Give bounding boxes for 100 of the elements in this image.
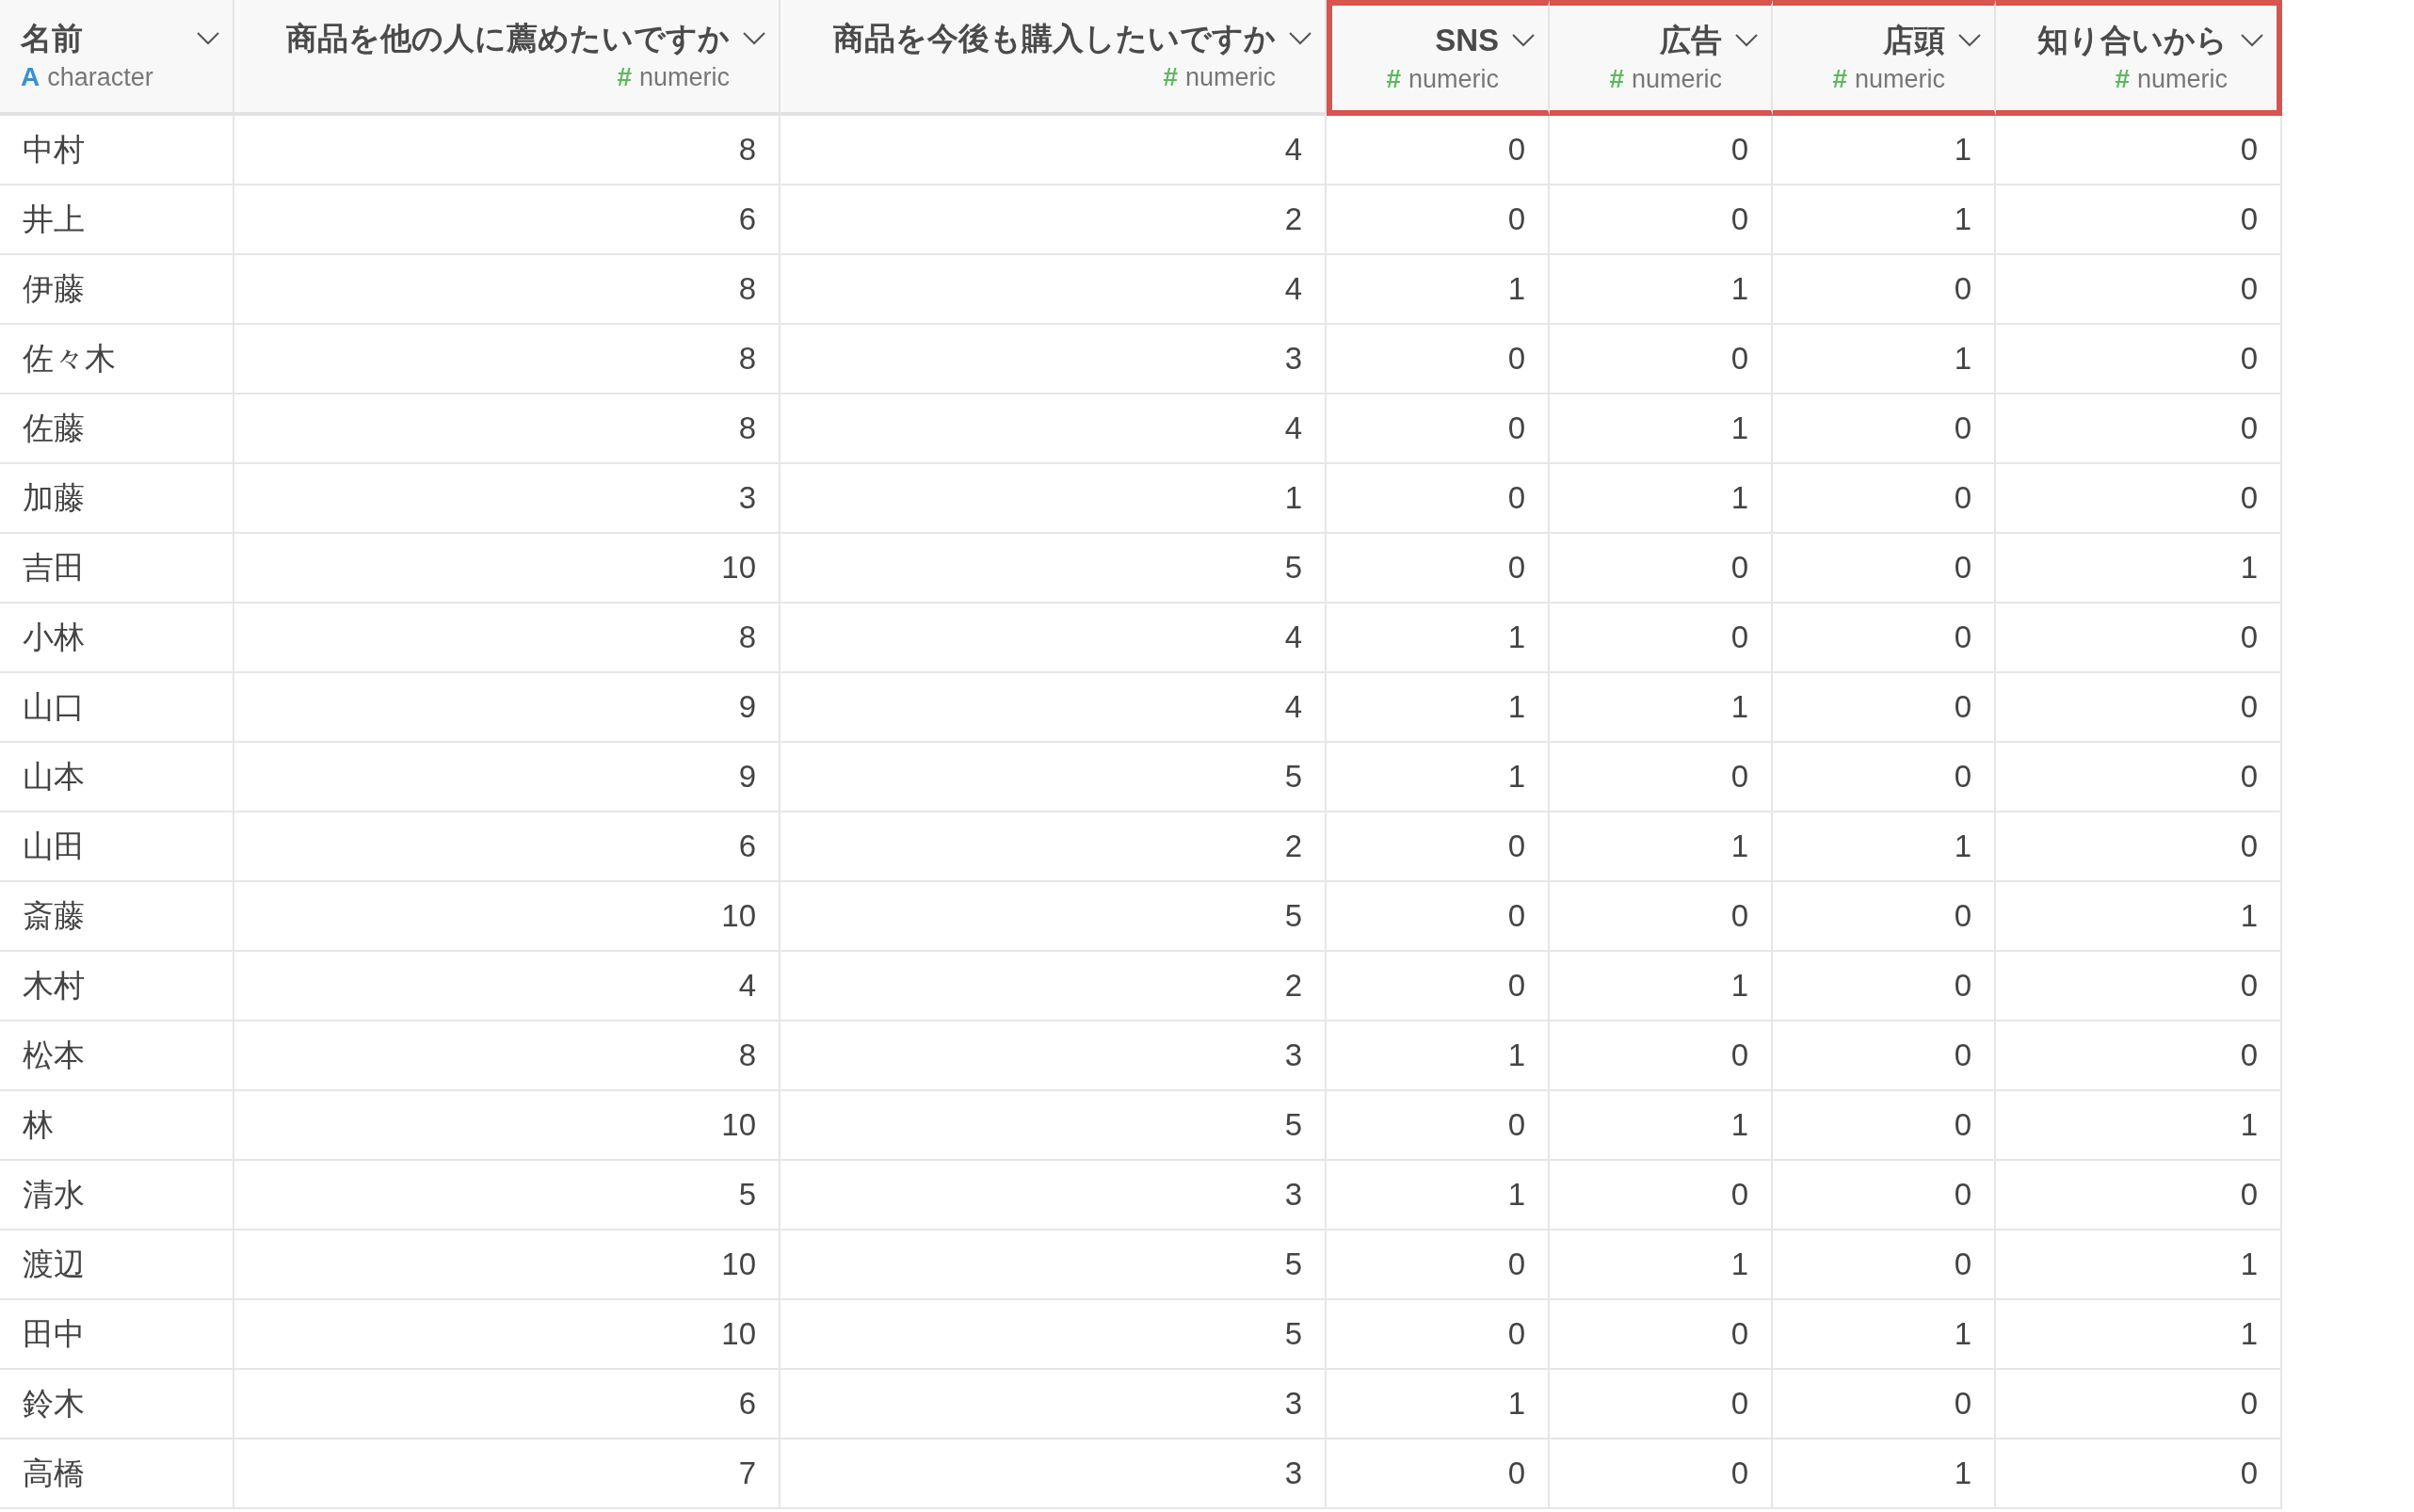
chevron-down-icon[interactable] [196, 30, 220, 46]
table-cell: 0 [1327, 882, 1550, 952]
table-cell: 1 [1327, 673, 1550, 743]
table-cell: 4 [781, 394, 1327, 464]
table-cell: 吉田 [0, 534, 234, 603]
table-cell: 0 [1996, 1370, 2282, 1440]
table-cell: 4 [234, 952, 781, 1021]
table-cell: 0 [1773, 1370, 1996, 1440]
table-cell: 0 [1550, 743, 1773, 812]
table-cell: 山口 [0, 673, 234, 743]
table-cell: 0 [1327, 464, 1550, 534]
table-cell: 0 [1996, 743, 2282, 812]
table-cell: 0 [1550, 882, 1773, 952]
table-cell: 0 [1550, 1161, 1773, 1231]
table-cell: 1 [1996, 534, 2282, 603]
table-cell: 1 [1327, 1370, 1550, 1440]
table-cell: 1 [1996, 1231, 2282, 1300]
table-cell: 1 [1773, 1440, 1996, 1509]
table-cell: 1 [1773, 1300, 1996, 1370]
table-cell: 1 [1996, 1300, 2282, 1370]
chevron-down-icon[interactable] [1511, 32, 1536, 48]
table-cell: 1 [1550, 394, 1773, 464]
table-cell: 1 [1550, 673, 1773, 743]
table-cell: 3 [781, 1440, 1327, 1509]
type-icon: # [1163, 58, 1178, 95]
column-title: 商品を他の人に薦めたいですか [285, 19, 730, 57]
table-cell: 斎藤 [0, 882, 234, 952]
column-type: numeric [1631, 63, 1722, 95]
table-cell: 1 [1550, 255, 1773, 325]
table-cell: 2 [781, 812, 1327, 882]
table-cell: 3 [781, 1021, 1327, 1091]
table-cell: 10 [234, 1091, 781, 1161]
table-cell: 0 [1773, 1091, 1996, 1161]
table-cell: 0 [1996, 603, 2282, 673]
table-cell: 0 [1773, 882, 1996, 952]
table-cell: 8 [234, 1021, 781, 1091]
chevron-down-icon[interactable] [1957, 32, 1982, 48]
table-cell: 0 [1773, 673, 1996, 743]
column-type: numeric [1854, 63, 1945, 95]
table-cell: 1 [1550, 1091, 1773, 1161]
table-cell: 0 [1327, 952, 1550, 1021]
table-cell: 高橋 [0, 1440, 234, 1509]
table-cell: 8 [234, 255, 781, 325]
table-cell: 井上 [0, 185, 234, 255]
table-cell: 0 [1327, 325, 1550, 394]
column-type: numeric [1408, 63, 1499, 95]
column-title: 知り合いから [2036, 21, 2228, 59]
table-cell: 5 [781, 882, 1327, 952]
table-cell: 0 [1773, 603, 1996, 673]
type-icon: # [617, 58, 632, 95]
table-cell: 山本 [0, 743, 234, 812]
table-cell: 1 [1773, 812, 1996, 882]
chevron-down-icon[interactable] [742, 30, 766, 46]
column-type: character [47, 61, 153, 93]
column-type: numeric [1184, 61, 1276, 93]
table-cell: 0 [1550, 1440, 1773, 1509]
table-cell: 0 [1327, 116, 1550, 185]
column-title: 広告 [1659, 21, 1722, 59]
table-cell: 1 [1773, 116, 1996, 185]
column-header[interactable]: 商品を他の人に薦めたいですか # numeric [234, 0, 781, 116]
table-cell: 田中 [0, 1300, 234, 1370]
table-cell: 伊藤 [0, 255, 234, 325]
column-header[interactable]: 知り合いから # numeric [1996, 0, 2282, 116]
column-header[interactable]: 広告 # numeric [1550, 0, 1773, 116]
table-cell: 1 [1327, 1021, 1550, 1091]
table-cell: 6 [234, 185, 781, 255]
column-header[interactable]: 商品を今後も購入したいですか # numeric [781, 0, 1327, 116]
table-cell: 渡辺 [0, 1231, 234, 1300]
table-cell: 1 [1996, 1091, 2282, 1161]
chevron-down-icon[interactable] [1734, 32, 1759, 48]
table-cell: 0 [1773, 394, 1996, 464]
column-header[interactable]: SNS # numeric [1327, 0, 1550, 116]
table-cell: 4 [781, 116, 1327, 185]
chevron-down-icon[interactable] [2240, 32, 2264, 48]
table-cell: 佐々木 [0, 325, 234, 394]
chevron-down-icon[interactable] [1288, 30, 1312, 46]
table-cell: 0 [1550, 116, 1773, 185]
table-cell: 0 [1996, 1161, 2282, 1231]
column-title: 名前 [21, 19, 84, 57]
table-cell: 加藤 [0, 464, 234, 534]
table-cell: 1 [1773, 185, 1996, 255]
table-cell: 4 [781, 673, 1327, 743]
table-cell: 2 [781, 952, 1327, 1021]
table-cell: 3 [781, 1370, 1327, 1440]
table-cell: 0 [1773, 952, 1996, 1021]
table-cell: 山田 [0, 812, 234, 882]
table-cell: 0 [1996, 325, 2282, 394]
table-cell: 0 [1327, 1231, 1550, 1300]
table-cell: 0 [1327, 534, 1550, 603]
table-cell: 0 [1996, 1021, 2282, 1091]
column-header[interactable]: 店頭 # numeric [1773, 0, 1996, 116]
table-cell: 4 [781, 255, 1327, 325]
table-cell: 10 [234, 882, 781, 952]
table-cell: 4 [781, 603, 1327, 673]
column-header[interactable]: 名前 A character [0, 0, 234, 116]
table-cell: 0 [1773, 743, 1996, 812]
table-cell: 0 [1996, 952, 2282, 1021]
table-cell: 6 [234, 1370, 781, 1440]
table-cell: 1 [1550, 464, 1773, 534]
table-cell: 6 [234, 812, 781, 882]
